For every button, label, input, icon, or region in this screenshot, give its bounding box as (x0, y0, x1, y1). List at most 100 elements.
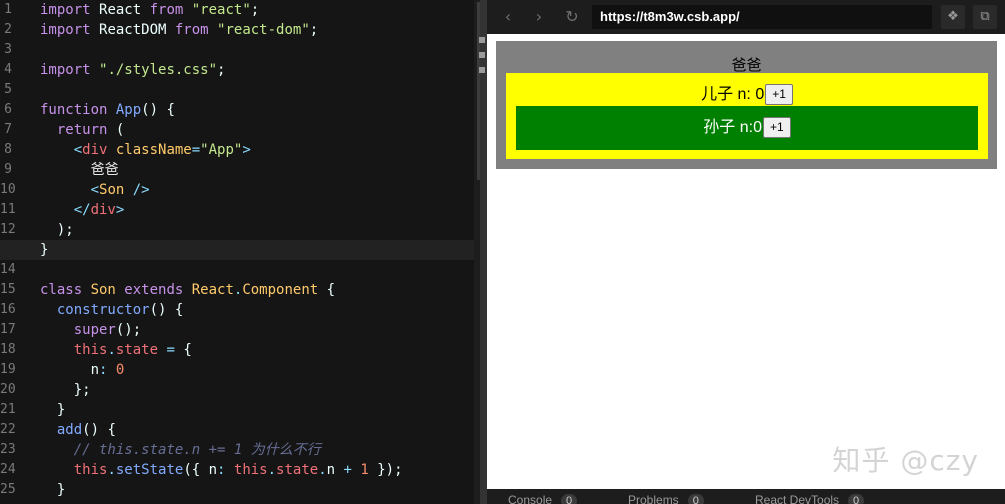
code-line[interactable]: } (40, 400, 487, 420)
line-number: 10 (0, 182, 16, 197)
code-line[interactable]: <div className="App"> (40, 140, 487, 160)
splitter-grip-icon[interactable] (478, 28, 487, 90)
devtools-icon[interactable]: ❖ (941, 5, 965, 29)
code-token: = (166, 342, 184, 358)
code-token: state (115, 342, 167, 358)
code-line[interactable]: 爸爸 (40, 160, 487, 180)
code-token: div (90, 202, 116, 218)
tab-label: Console (508, 493, 553, 504)
tab-react-devtools[interactable]: React DevTools 0 (755, 493, 865, 504)
code-line[interactable] (40, 80, 487, 100)
line-number: 6 (4, 102, 12, 117)
line-number: 3 (4, 42, 12, 57)
code-token: React (191, 282, 234, 298)
code-token: "./styles.css" (99, 62, 218, 78)
code-line[interactable]: n: 0 (40, 360, 487, 380)
line-number: 14 (0, 262, 16, 277)
code-token: ; (309, 22, 319, 38)
preview-browser: ‹ › ↻ https://t8m3w.csb.app/ ❖ ⧉ 爸爸 儿子 n… (487, 0, 1005, 504)
code-token: class (40, 282, 91, 298)
code-token: "react-dom" (217, 22, 310, 38)
code-area[interactable]: import React from "react"; import ReactDO… (0, 0, 487, 504)
code-line[interactable]: function App() { (40, 100, 487, 120)
code-token: . (318, 462, 327, 478)
code-line[interactable]: this.setState({ n: this.state.n + 1 }); (40, 460, 487, 480)
reload-icon[interactable]: ↻ (561, 6, 583, 28)
forward-icon[interactable]: › (528, 6, 550, 28)
code-line[interactable]: this.state = { (40, 340, 487, 360)
code-token: { (326, 282, 336, 298)
code-token: } (40, 242, 49, 258)
code-token: : (99, 362, 116, 378)
code-token: = (191, 142, 201, 158)
code-line[interactable]: ); (40, 220, 487, 240)
code-line[interactable]: } (40, 480, 487, 500)
code-token: constructor (40, 302, 150, 318)
code-token: () { (82, 422, 116, 438)
grandson-increment-button[interactable]: +1 (763, 117, 791, 139)
code-editor[interactable]: 1234567891011121314151617181920212223242… (0, 0, 487, 504)
code-line[interactable]: </div> (40, 200, 487, 220)
line-number: 18 (0, 342, 16, 357)
line-number: 7 (4, 122, 12, 137)
grandson-count-text: 孙子 n:0 (703, 119, 762, 136)
code-line[interactable]: constructor() { (40, 300, 487, 320)
code-token: ; (250, 2, 260, 18)
code-line[interactable]: return ( (40, 120, 487, 140)
code-line[interactable]: import "./styles.css"; (40, 60, 487, 80)
code-token: return (40, 122, 116, 138)
code-token: "react" (191, 2, 251, 18)
line-number: 21 (0, 402, 16, 417)
code-token: Component (242, 282, 327, 298)
code-token: ; (217, 62, 226, 78)
son-increment-button[interactable]: +1 (765, 84, 793, 106)
code-token: import (40, 62, 100, 78)
back-icon[interactable]: ‹ (497, 6, 519, 28)
tab-console[interactable]: Console 0 (508, 493, 578, 504)
code-token: 爸爸 (40, 162, 119, 178)
line-number: 20 (0, 382, 16, 397)
code-token: import (40, 22, 100, 38)
code-line[interactable]: add() { (40, 420, 487, 440)
code-line[interactable]: super(); (40, 320, 487, 340)
line-number: 22 (0, 422, 16, 437)
code-line[interactable] (40, 260, 487, 280)
tab-label: React DevTools (755, 493, 840, 504)
code-token: extends (124, 282, 192, 298)
code-token: div (82, 142, 116, 158)
code-token: from (149, 2, 192, 18)
tab-count-badge: 0 (687, 494, 704, 504)
code-line[interactable] (40, 40, 487, 60)
code-line[interactable]: class Son extends React.Component { (40, 280, 487, 300)
code-line[interactable]: <Son /> (40, 180, 487, 200)
code-token: from (174, 22, 218, 38)
code-line[interactable]: } (0, 240, 487, 260)
code-token: /> (132, 182, 150, 198)
code-token: className (115, 142, 192, 158)
tab-count-badge: 0 (848, 494, 865, 504)
code-token: function (40, 102, 116, 118)
code-line[interactable]: import React from "react"; (40, 0, 487, 20)
code-token: state (276, 462, 319, 478)
code-line[interactable]: // this.state.n += 1 为什么不行 (40, 440, 487, 460)
code-token: (); (115, 322, 142, 338)
code-line[interactable]: import ReactDOM from "react-dom"; (40, 20, 487, 40)
code-token: () { (149, 302, 184, 318)
dad-label: 爸爸 (731, 57, 762, 74)
son-count-text: 儿子 n: 0 (701, 86, 765, 103)
open-new-window-icon[interactable]: ⧉ (973, 5, 997, 29)
url-bar[interactable]: https://t8m3w.csb.app/ (592, 5, 932, 29)
code-token: < (40, 142, 83, 158)
line-number: 1 (4, 2, 12, 17)
code-token: + (343, 462, 361, 478)
url-text[interactable]: https://t8m3w.csb.app/ (600, 5, 740, 29)
code-token: } (40, 402, 66, 418)
code-token: add (40, 422, 83, 438)
code-token: // this.state.n += 1 为什么不行 (40, 442, 321, 458)
tab-problems[interactable]: Problems 0 (628, 493, 704, 504)
code-token: Son (99, 182, 133, 198)
code-token: ({ n (183, 462, 218, 478)
code-token: "App" (200, 142, 243, 158)
code-line[interactable]: }; (40, 380, 487, 400)
line-number: 23 (0, 442, 16, 457)
